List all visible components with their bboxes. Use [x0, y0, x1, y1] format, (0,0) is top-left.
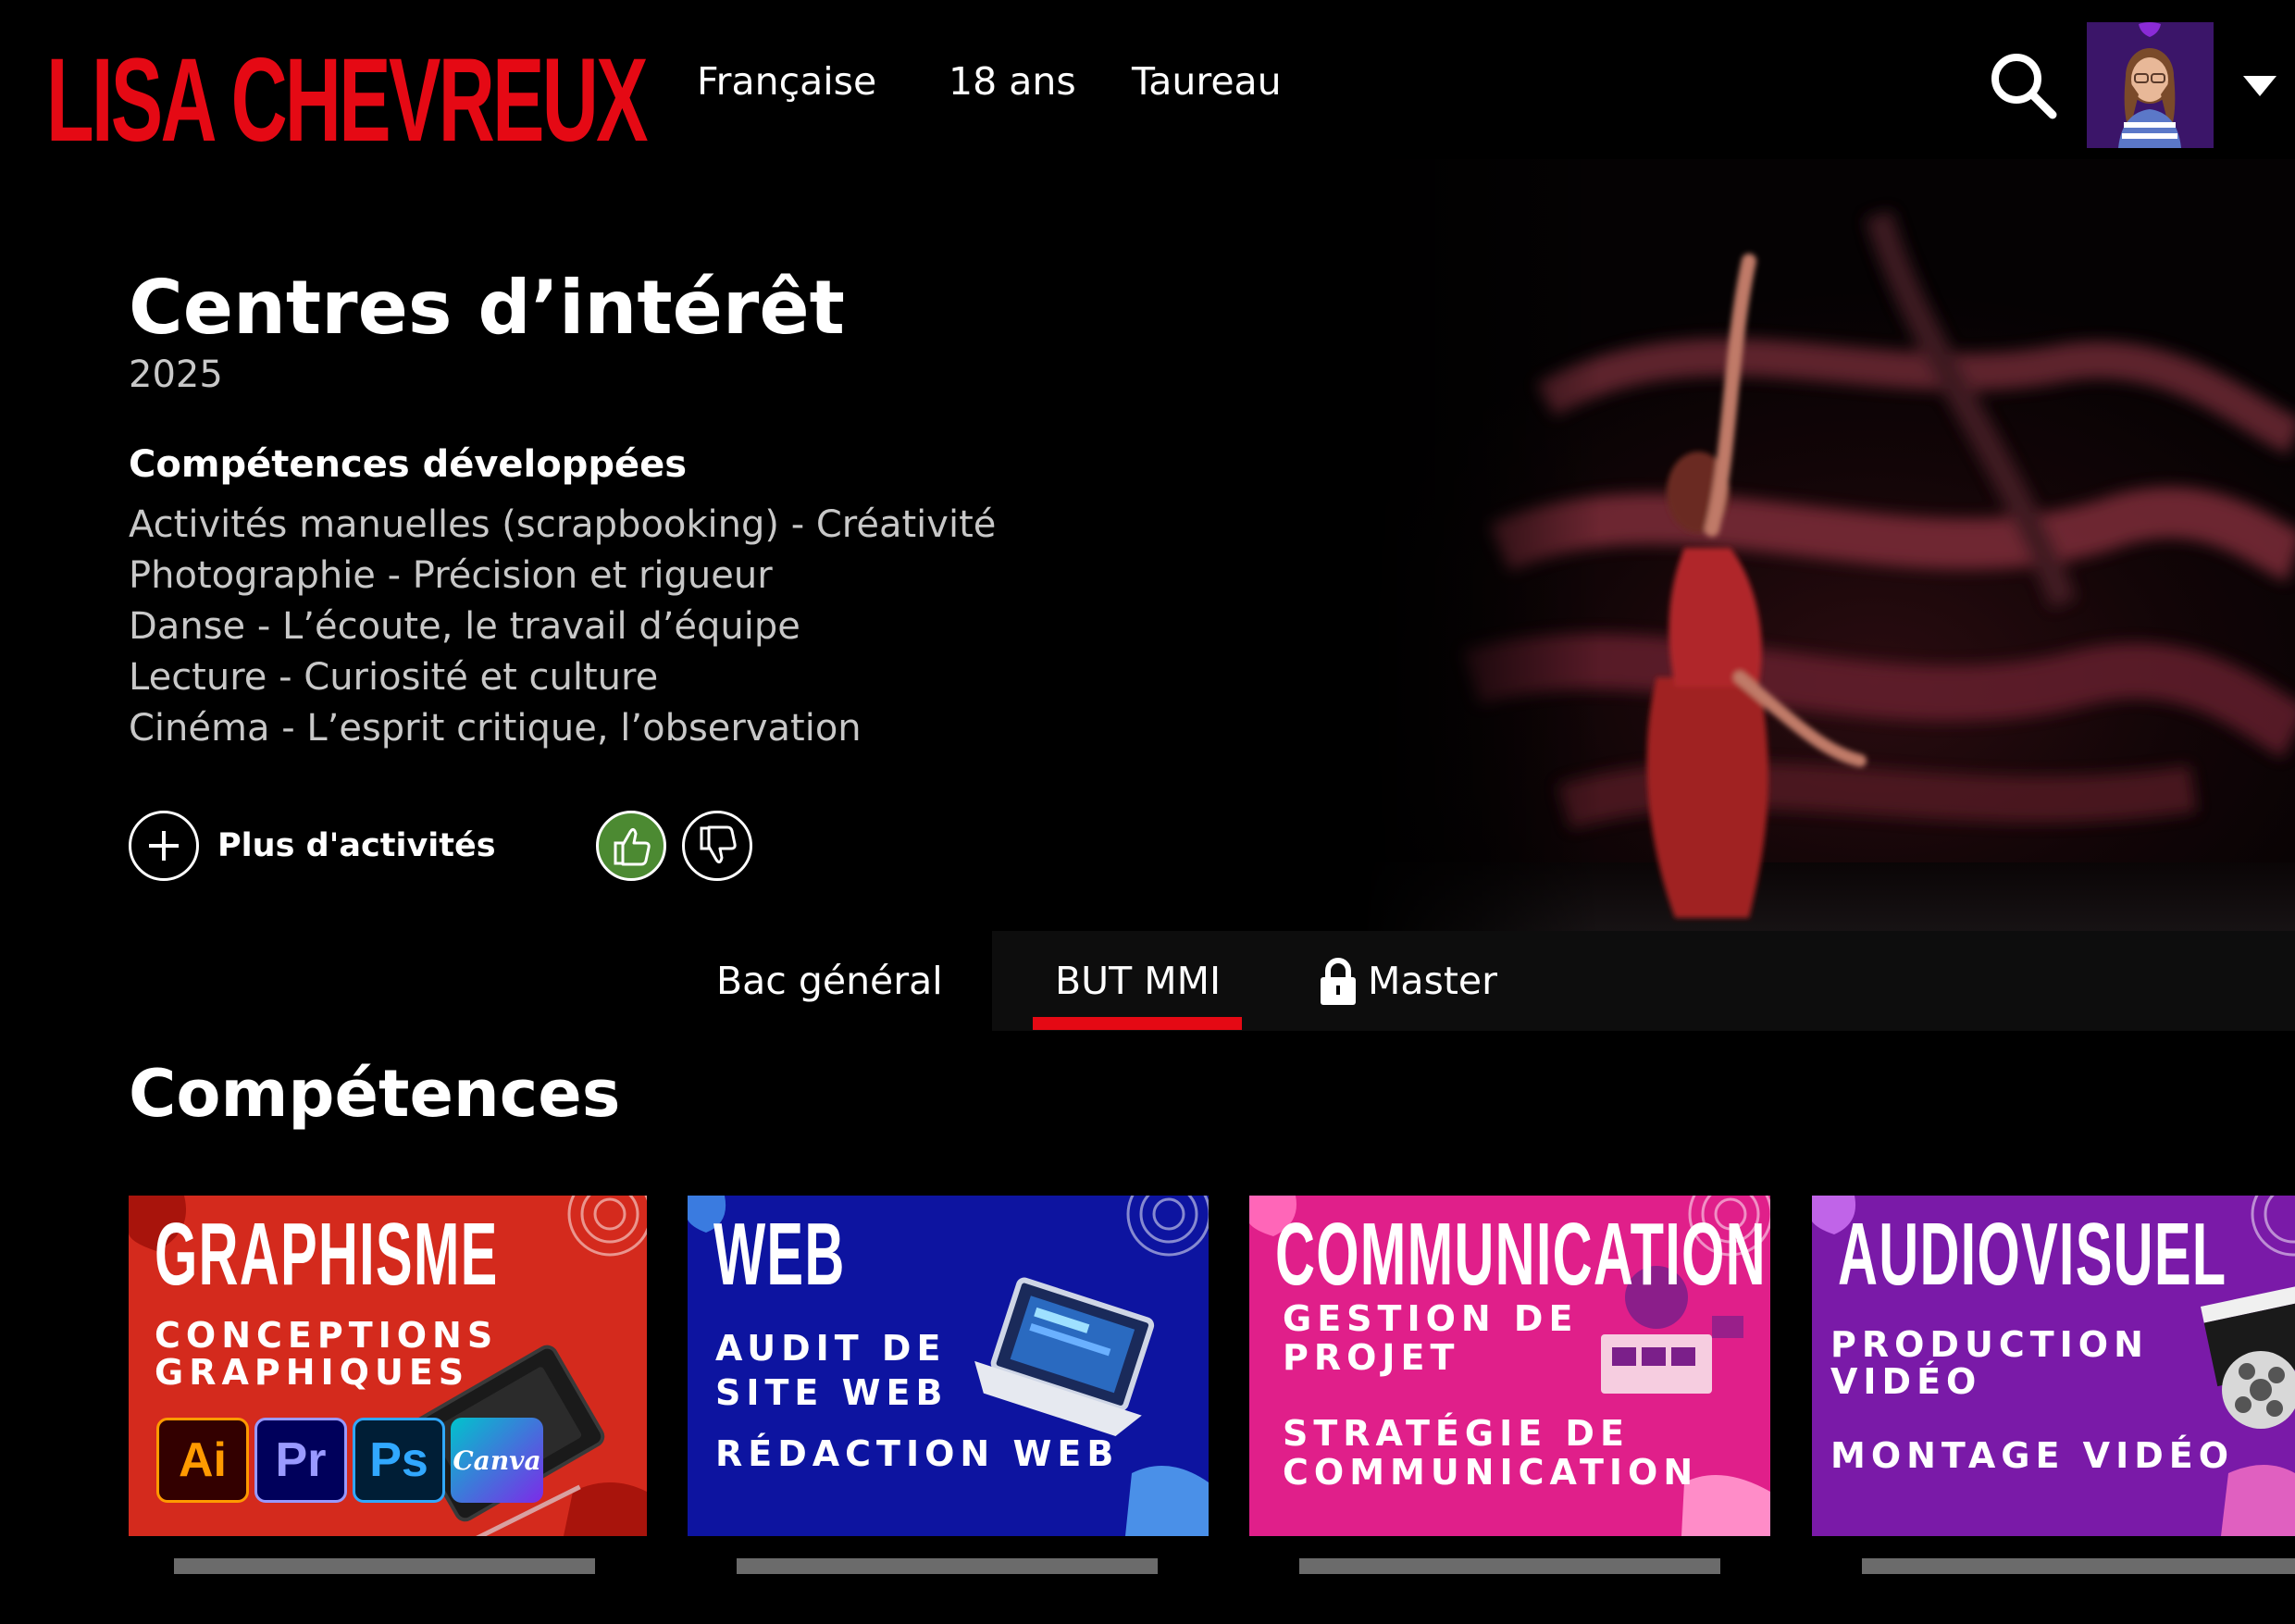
card-title: GRAPHISME [155, 1205, 499, 1304]
activity-list: Activités manuelles (scrapbooking) - Cré… [129, 500, 996, 754]
card-title: WEB [713, 1205, 846, 1304]
activity-item: Photographie - Précision et rigueur [129, 554, 773, 597]
section-title: Compétences [129, 1056, 621, 1132]
card-line: PROJET [1283, 1337, 1460, 1378]
card-line: CONCEPTIONS [155, 1315, 499, 1356]
card-line: STRATÉGIE DE [1283, 1413, 1630, 1454]
illustrator-logo: Ai [156, 1418, 249, 1503]
card-title: COMMUNICATION [1275, 1205, 1767, 1304]
more-activities-label: Plus d'activités [217, 827, 496, 864]
nav-item-age[interactable]: 18 ans [949, 54, 1076, 109]
lock-icon [1318, 956, 1358, 1006]
active-tab-indicator [1033, 1017, 1242, 1030]
photoshop-logo: Ps [353, 1418, 445, 1503]
caret-down-icon[interactable] [2241, 72, 2278, 98]
card-line: MONTAGE VIDÉO [1830, 1435, 2235, 1476]
thumbs-up-icon[interactable] [596, 811, 666, 881]
card-line: SITE WEB [715, 1372, 949, 1413]
hero-year: 2025 [129, 353, 223, 396]
card-progress-bar [1862, 1558, 2295, 1574]
card-line: VIDÉO [1830, 1361, 1982, 1402]
avatar[interactable] [2087, 22, 2214, 148]
card-progress-bar [737, 1558, 1158, 1574]
nav-item-sign[interactable]: Taureau [1132, 54, 1282, 109]
activity-item: Cinéma - L’esprit critique, l’observatio… [129, 707, 862, 750]
activity-item: Activités manuelles (scrapbooking) - Cré… [129, 503, 997, 546]
card-audiovisuel[interactable]: AUDIOVISUEL PRODUCTION VIDÉO MONTAGE VID… [1812, 1196, 2295, 1536]
more-activities-button[interactable]: Plus d'activités [129, 811, 496, 881]
activity-item: Lecture - Curiosité et culture [129, 656, 659, 699]
tab-bac-general[interactable]: Bac général [716, 953, 943, 1009]
card-line: AUDIT DE [715, 1328, 947, 1369]
tab-master[interactable]: Master [1318, 953, 1497, 1009]
card-progress-bar [174, 1558, 595, 1574]
premiere-logo: Pr [254, 1418, 347, 1503]
search-icon[interactable] [1988, 50, 2058, 120]
thumbs-down-icon[interactable] [682, 811, 752, 881]
skills-heading: Compétences développées [129, 443, 688, 486]
hero-fade [1360, 159, 1601, 1031]
card-progress-bar [1299, 1558, 1720, 1574]
tab-master-label: Master [1368, 959, 1498, 1003]
card-line: GRAPHIQUES [155, 1352, 470, 1393]
card-communication[interactable]: COMMUNICATION GESTION DE PROJET STRATÉGI… [1249, 1196, 1770, 1536]
canva-logo: Canva [451, 1418, 543, 1503]
card-line: RÉDACTION WEB [715, 1433, 1120, 1474]
plus-icon [129, 811, 199, 881]
site-logo[interactable]: LISA CHEVREUX [46, 42, 649, 160]
nav-item-language[interactable]: Française [697, 54, 876, 109]
card-graphisme[interactable]: GRAPHISME CONCEPTIONS GRAPHIQUES Ai Pr P… [129, 1196, 647, 1536]
card-web[interactable]: WEB AUDIT DE SITE WEB RÉDACTION WEB [688, 1196, 1209, 1536]
card-line: COMMUNICATION [1283, 1452, 1699, 1493]
card-line: GESTION DE [1283, 1298, 1579, 1339]
hero-title: Centres d’intérêt [129, 265, 845, 351]
card-line: PRODUCTION [1830, 1324, 2149, 1365]
card-title: AUDIOVISUEL [1838, 1205, 2227, 1304]
tab-but-mmi[interactable]: BUT MMI [1055, 953, 1221, 1009]
activity-item: Danse - L’écoute, le travail d’équipe [129, 605, 800, 648]
